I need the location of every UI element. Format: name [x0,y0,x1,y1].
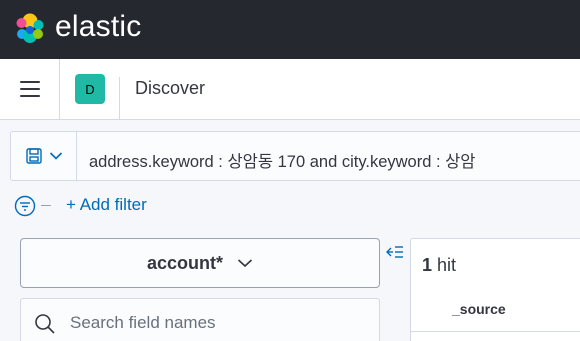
hamburger-icon [19,81,40,83]
search-icon [35,314,55,334]
chevron-down-icon [237,259,253,268]
hit-label: hit [437,255,457,275]
filter-icon[interactable] [14,195,36,217]
collapse-sidebar-icon[interactable] [385,243,405,263]
table-divider [411,331,580,332]
nav-bar: D Discover [0,59,580,120]
index-pattern-selector[interactable]: account* [20,238,380,288]
space-avatar[interactable]: D [75,74,105,104]
source-column-header[interactable]: _source [452,301,506,317]
saved-query-button[interactable] [11,132,77,180]
index-pattern-label: account* [146,252,224,273]
logo-text[interactable]: elastic [55,10,141,44]
add-filter-button[interactable]: + Add filter [66,195,147,215]
nav-divider [119,77,120,119]
save-icon [25,148,42,164]
chevron-down-icon [49,152,62,160]
hamburger-icon [19,88,40,90]
query-bar: address.keyword : 상암동 170 and city.keywo… [10,131,580,181]
breadcrumb: Discover [135,78,206,98]
results-panel: 1 hit _source [410,238,580,341]
menu-toggle-button[interactable] [0,59,60,119]
hit-counter: 1 hit [422,255,456,276]
elastic-logo-icon[interactable] [14,12,46,44]
hit-count: 1 [422,255,433,275]
top-header: elastic [0,0,580,59]
query-input[interactable]: address.keyword : 상암동 170 and city.keywo… [89,148,476,172]
field-search-input[interactable] [70,311,370,335]
filter-separator [41,205,51,206]
filter-bar: + Add filter [14,193,314,217]
hamburger-icon [19,95,40,97]
field-search-box [20,298,380,341]
